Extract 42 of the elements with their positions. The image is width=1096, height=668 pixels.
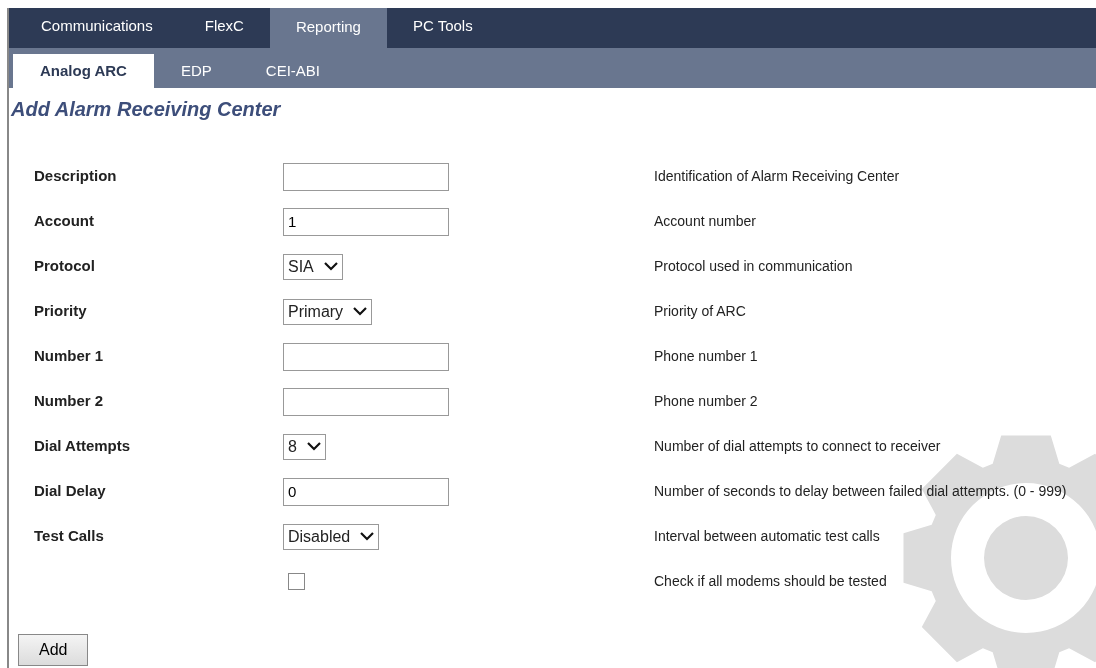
field-label: Number 2 bbox=[34, 391, 104, 412]
checkbox[interactable] bbox=[288, 573, 305, 590]
add-button[interactable]: Add bbox=[18, 634, 89, 666]
field-label: Description bbox=[34, 166, 117, 187]
dropdown[interactable]: Disabled bbox=[283, 523, 380, 550]
caret-icon bbox=[323, 262, 338, 271]
dropdown[interactable]: 8 bbox=[283, 433, 326, 460]
field-label: Dial Delay bbox=[34, 481, 106, 502]
help-text: Number of dial attempts to connect to receiver bbox=[654, 438, 941, 455]
help-text: Identification of Alarm Receiving Center bbox=[654, 168, 900, 185]
sub-tab[interactable]: CEI-ABI bbox=[238, 54, 347, 88]
main-tab[interactable]: Reporting bbox=[269, 8, 387, 48]
field-label: Priority bbox=[34, 301, 87, 322]
field-label: Account bbox=[34, 211, 94, 232]
help-text: Check if all modems should be tested bbox=[654, 573, 887, 590]
sub-tab[interactable]: EDP bbox=[153, 54, 239, 88]
help-text: Phone number 1 bbox=[654, 348, 758, 365]
page-title: Add Alarm Receiving Center bbox=[11, 97, 282, 122]
input-field[interactable] bbox=[283, 162, 449, 191]
main-tab[interactable]: FlexC bbox=[178, 8, 270, 44]
caret-icon bbox=[306, 442, 321, 451]
field-label: Protocol bbox=[34, 256, 95, 277]
main-tab[interactable]: Communications bbox=[15, 8, 179, 44]
help-text: Phone number 2 bbox=[654, 393, 758, 410]
input-field[interactable]: 0 bbox=[283, 477, 449, 506]
field-label: Number 1 bbox=[34, 346, 104, 367]
caret-icon bbox=[360, 532, 375, 541]
input-field[interactable]: 1 bbox=[283, 207, 449, 236]
sub-tab[interactable]: Analog ARC bbox=[13, 54, 154, 88]
help-text: Number of seconds to delay between failed dial attempts. (0 - 999) bbox=[654, 483, 1067, 500]
caret-icon bbox=[353, 307, 368, 316]
help-text: Account number bbox=[654, 213, 756, 230]
input-field[interactable] bbox=[283, 342, 449, 371]
main-tab[interactable]: PC Tools bbox=[386, 8, 499, 44]
help-text: Interval between automatic test calls bbox=[654, 528, 880, 545]
dropdown[interactable]: SIA bbox=[283, 253, 343, 280]
help-text: Protocol used in communication bbox=[654, 258, 853, 275]
help-text: Priority of ARC bbox=[654, 303, 746, 320]
field-label: Dial Attempts bbox=[34, 436, 131, 457]
input-field[interactable] bbox=[283, 387, 449, 416]
dropdown[interactable]: Primary bbox=[283, 298, 373, 325]
field-label: Test Calls bbox=[34, 526, 104, 547]
